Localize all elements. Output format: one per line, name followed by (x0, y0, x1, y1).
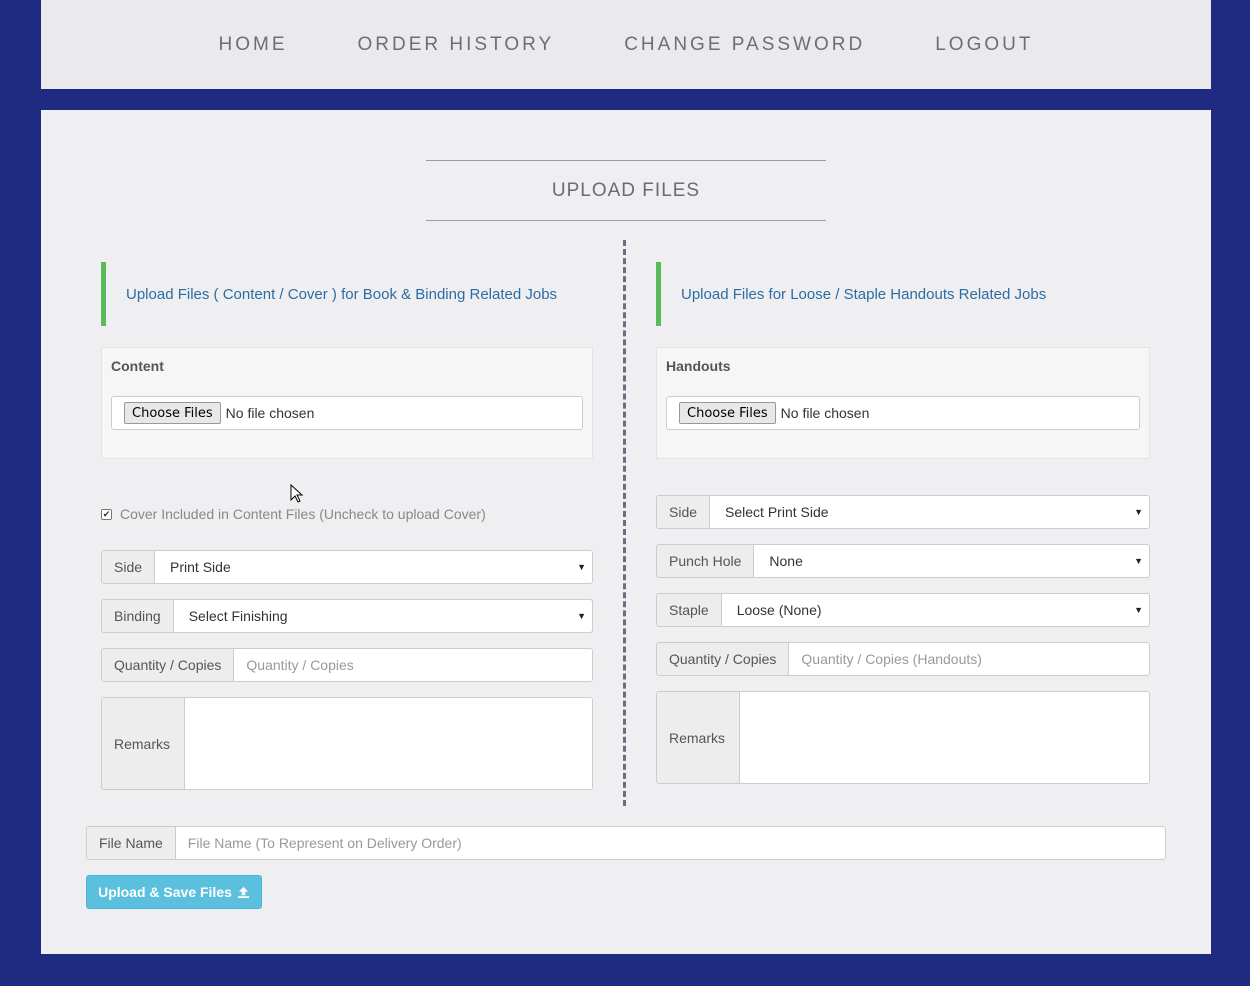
handouts-label: Handouts (666, 358, 731, 374)
top-nav: HOME ORDER HISTORY CHANGE PASSWORD LOGOU… (41, 0, 1211, 89)
upload-save-files-button[interactable]: Upload & Save Files (86, 875, 262, 909)
upload-icon (237, 886, 249, 898)
cover-included-row: ✔ Cover Included in Content Files (Unche… (101, 506, 486, 522)
right-side-group: Side Select Print Side ▼ (656, 495, 1150, 529)
nav-order-history[interactable]: ORDER HISTORY (358, 34, 555, 56)
right-quantity-group: Quantity / Copies Quantity / Copies (Han… (656, 642, 1150, 676)
chevron-down-icon: ▼ (577, 611, 586, 621)
left-side-label: Side (102, 551, 156, 583)
content-choose-files-button[interactable]: Choose Files (124, 402, 221, 424)
handouts-no-file-text: No file chosen (780, 405, 870, 421)
file-name-label: File Name (87, 827, 176, 859)
right-remarks-textarea[interactable] (740, 692, 1149, 783)
punch-hole-value: None (769, 553, 803, 569)
left-remarks-textarea[interactable] (185, 698, 592, 789)
handouts-section-heading-text: Upload Files for Loose / Staple Handouts… (681, 285, 1047, 303)
right-side-value: Select Print Side (725, 504, 829, 520)
nav-logout[interactable]: LOGOUT (935, 34, 1033, 56)
page-title: UPLOAD FILES (551, 179, 701, 201)
binding-label: Binding (102, 600, 174, 632)
content-no-file-text: No file chosen (225, 405, 315, 421)
punch-hole-select[interactable]: None ▼ (754, 545, 1149, 577)
nav-change-password[interactable]: CHANGE PASSWORD (624, 34, 865, 56)
left-side-group: Side Print Side ▼ (101, 550, 593, 584)
mouse-cursor-icon (290, 484, 304, 503)
left-remarks-label: Remarks (102, 698, 185, 789)
right-remarks-label: Remarks (657, 692, 740, 783)
binding-group: Binding Select Finishing ▼ (101, 599, 593, 633)
chevron-down-icon: ▼ (1134, 605, 1143, 615)
left-quantity-group: Quantity / Copies Quantity / Copies (101, 648, 593, 682)
upload-save-files-label: Upload & Save Files (98, 884, 232, 900)
handouts-file-input[interactable]: Choose Files No file chosen (666, 396, 1140, 430)
cover-included-label: Cover Included in Content Files (Uncheck… (120, 506, 486, 522)
binding-value: Select Finishing (188, 608, 288, 624)
content-upload-well: Content Choose Files No file chosen (101, 347, 593, 459)
staple-value: Loose (None) (736, 602, 822, 618)
chevron-down-icon: ▼ (577, 562, 586, 572)
left-quantity-label: Quantity / Copies (102, 649, 235, 681)
handouts-choose-files-button[interactable]: Choose Files (679, 402, 776, 424)
punch-hole-label: Punch Hole (657, 545, 755, 577)
right-remarks-group: Remarks (656, 691, 1150, 784)
left-remarks-group: Remarks (101, 697, 593, 790)
handouts-upload-well: Handouts Choose Files No file chosen (656, 347, 1150, 459)
chevron-down-icon: ▼ (1134, 556, 1143, 566)
punch-hole-group: Punch Hole None ▼ (656, 544, 1150, 578)
left-quantity-input[interactable]: Quantity / Copies (234, 649, 592, 681)
right-quantity-label: Quantity / Copies (657, 643, 790, 675)
upload-panel: UPLOAD FILES Upload Files ( Content / Co… (41, 110, 1211, 954)
cover-included-checkbox[interactable]: ✔ (101, 508, 112, 520)
content-label: Content (111, 358, 164, 374)
handouts-section-heading: Upload Files for Loose / Staple Handouts… (656, 262, 1146, 326)
right-side-select[interactable]: Select Print Side ▼ (710, 496, 1149, 528)
nav-home[interactable]: HOME (219, 34, 288, 56)
staple-label: Staple (657, 594, 722, 626)
chevron-down-icon: ▼ (1134, 507, 1143, 517)
staple-select[interactable]: Loose (None) ▼ (722, 594, 1149, 626)
right-side-label: Side (657, 496, 711, 528)
binding-select[interactable]: Select Finishing ▼ (174, 600, 592, 632)
right-quantity-input[interactable]: Quantity / Copies (Handouts) (789, 643, 1149, 675)
file-name-group: File Name File Name (To Represent on Del… (86, 826, 1166, 860)
page-title-box: UPLOAD FILES (426, 160, 826, 221)
staple-group: Staple Loose (None) ▼ (656, 593, 1150, 627)
content-file-input[interactable]: Choose Files No file chosen (111, 396, 583, 430)
book-section-heading: Upload Files ( Content / Cover ) for Boo… (101, 262, 591, 326)
left-side-value: Print Side (170, 559, 231, 575)
left-side-select[interactable]: Print Side ▼ (155, 551, 592, 583)
column-divider (623, 240, 626, 806)
file-name-input[interactable]: File Name (To Represent on Delivery Orde… (176, 827, 1165, 859)
book-section-heading-text: Upload Files ( Content / Cover ) for Boo… (126, 285, 558, 303)
